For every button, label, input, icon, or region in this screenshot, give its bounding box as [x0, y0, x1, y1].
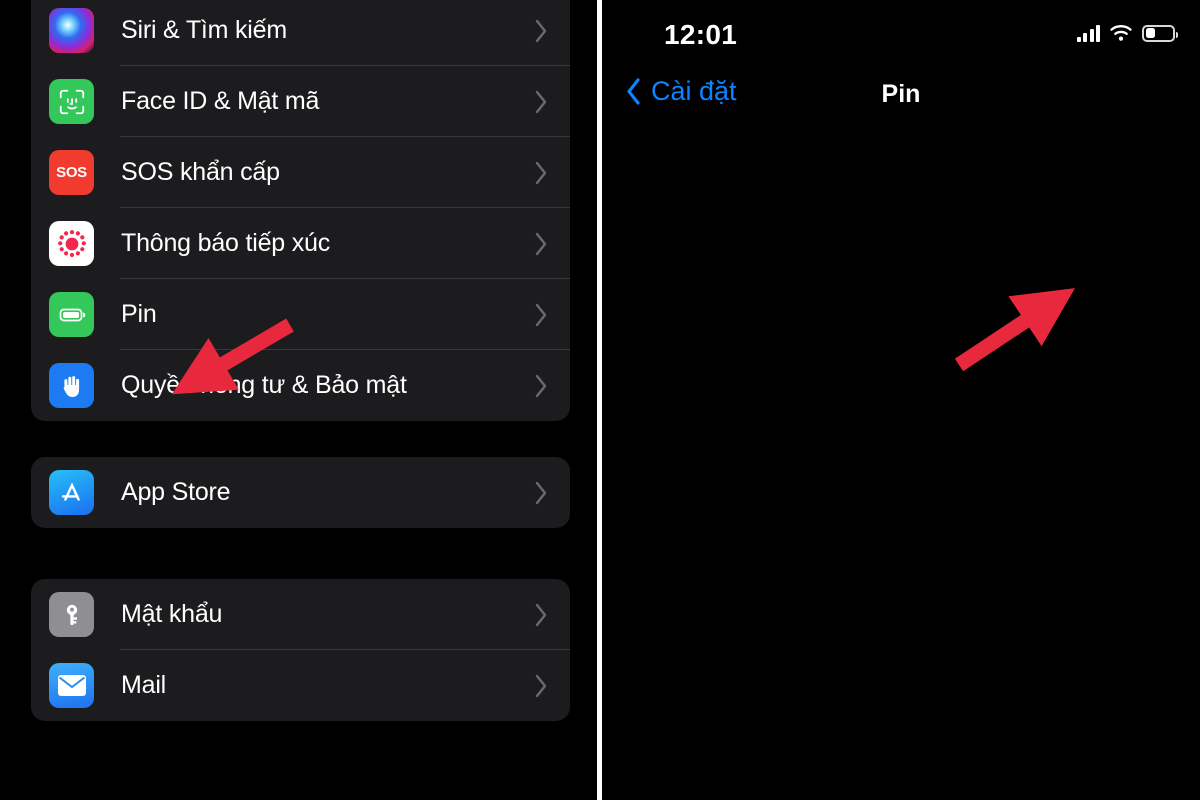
status-bar-indicators [1076, 24, 1178, 42]
dual-screenshot-container: Hình nền Siri & Tìm kiếm [0, 0, 1200, 800]
app-store-icon [49, 470, 94, 515]
mail-icon [49, 663, 94, 708]
face-id-icon [49, 79, 94, 124]
sidebar-item-passwords[interactable]: Mật khẩu [31, 579, 570, 650]
sidebar-item-label: Mật khẩu [121, 600, 223, 628]
battery-status-icon [1142, 24, 1178, 42]
sidebar-item-battery[interactable]: Pin [31, 279, 570, 350]
chevron-right-icon [535, 161, 548, 185]
status-bar-time: 12:01 [664, 19, 738, 50]
wifi-icon [1110, 25, 1132, 41]
navigation-bar: Cài đặt Pin [602, 72, 1200, 132]
sidebar-item-exposure-notifications[interactable]: Thông báo tiếp xúc [31, 208, 570, 279]
sidebar-item-label: Quyền riêng tư & Bảo mật [121, 371, 407, 399]
chevron-right-icon [535, 603, 548, 627]
sidebar-item-label: Mail [121, 671, 167, 699]
sidebar-item-privacy-security[interactable]: Quyền riêng tư & Bảo mật [31, 350, 570, 421]
sidebar-item-mail[interactable]: Mail [31, 650, 570, 721]
sidebar-item-label: Thông báo tiếp xúc [121, 229, 331, 257]
battery-icon [49, 292, 94, 337]
page-title: Pin [881, 80, 921, 108]
cellular-signal-icon [1076, 24, 1100, 42]
sos-icon: SOS [49, 150, 94, 195]
chevron-right-icon [535, 481, 548, 505]
settings-groups: Hình nền Siri & Tìm kiếm [31, 0, 570, 721]
chevron-right-icon [535, 674, 548, 698]
exposure-notification-icon [49, 221, 94, 266]
sidebar-item-label: SOS khẩn cấp [121, 158, 280, 186]
passwords-key-icon [49, 592, 94, 637]
chevron-right-icon [535, 232, 548, 256]
siri-icon [49, 8, 94, 53]
settings-group-1: Hình nền Siri & Tìm kiếm [31, 0, 570, 421]
chevron-right-icon [535, 303, 548, 327]
sidebar-item-label: Face ID & Mật mã [121, 87, 320, 115]
chevron-right-icon [535, 374, 548, 398]
sidebar-item-emergency-sos[interactable]: SOS SOS khẩn cấp [31, 137, 570, 208]
sidebar-item-face-id[interactable]: Face ID & Mật mã [31, 66, 570, 137]
sidebar-item-label: Pin [121, 300, 157, 328]
sidebar-item-siri-search[interactable]: Siri & Tìm kiếm [31, 0, 570, 66]
sidebar-item-label: Siri & Tìm kiếm [121, 16, 287, 44]
battery-settings-screen: 12:01 Cài đặt Pin [602, 0, 1200, 800]
settings-group-3: Mật khẩu Mail [31, 579, 570, 721]
sidebar-item-app-store[interactable]: App Store [31, 457, 570, 528]
chevron-right-icon [535, 19, 548, 43]
settings-group-2: App Store [31, 457, 570, 528]
settings-list-screen: Hình nền Siri & Tìm kiếm [0, 0, 597, 800]
chevron-right-icon [535, 90, 548, 114]
status-bar: 12:01 [602, 0, 1200, 72]
sidebar-item-label: App Store [121, 478, 231, 506]
privacy-hand-icon [49, 363, 94, 408]
